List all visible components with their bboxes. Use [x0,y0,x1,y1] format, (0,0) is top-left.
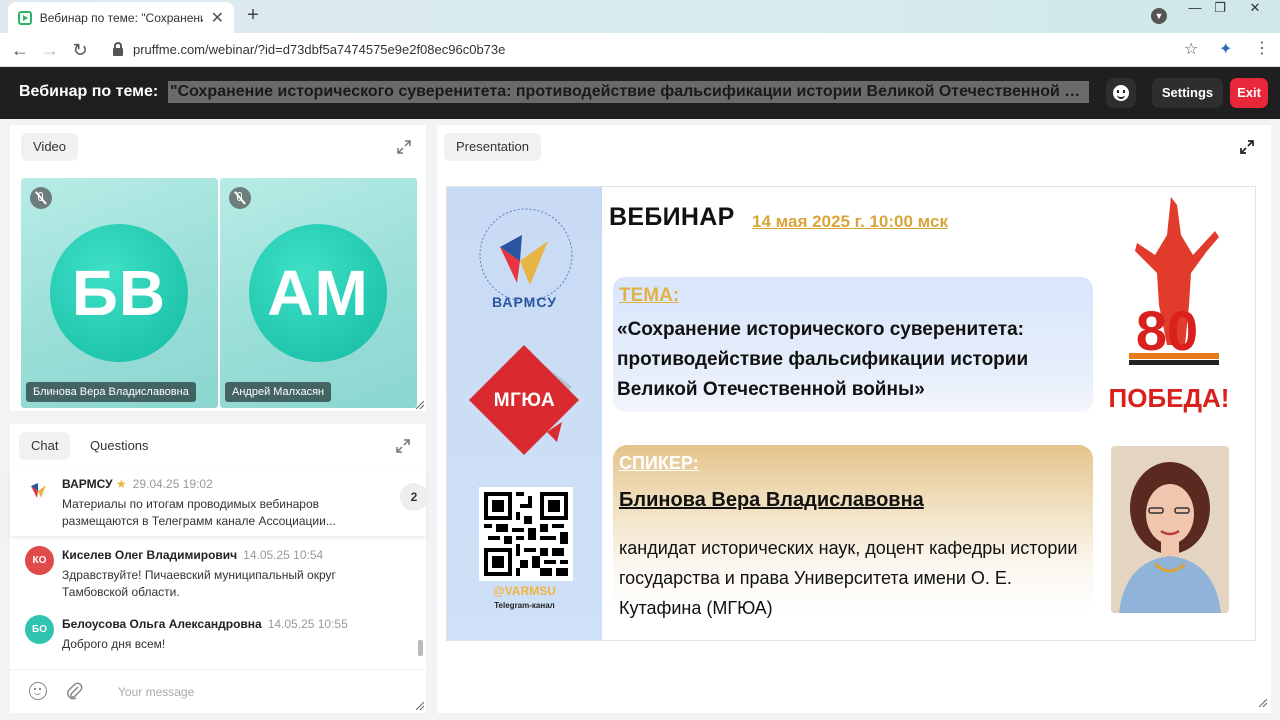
message-time: 14.05.25 10:55 [267,617,348,631]
message-author: Киселев Олег Владимирович 14.05.25 10:54 [62,548,323,562]
speaker-name: Блинова Вера Владиславовна [619,489,924,511]
topic-text: «Сохранение исторического суверенитета: … [617,319,1029,400]
speaker-label: СПИКЕР: [619,453,699,473]
avatar: АМ [249,224,387,362]
participant-name-badge: Блинова Вера Владиславовна [26,382,196,402]
profile-download-icon[interactable]: ▼ [1151,8,1167,24]
victory-80-emblem: 80 ПОБЕДА! [1109,197,1230,413]
list-item: КО Киселев Олег Владимирович 14.05.25 10:… [10,544,426,604]
participant-name-badge: Андрей Малхасян [225,382,332,402]
message-author: ВАРМСУ ★ 29.04.25 19:02 [62,477,213,491]
exit-button[interactable]: Exit [1230,78,1268,108]
resize-grip-icon[interactable] [1259,699,1267,707]
chat-input-bar [10,669,426,713]
extension-icon[interactable]: ✦ [1219,39,1232,59]
reactions-button[interactable] [1106,78,1136,108]
tab-chat[interactable]: Chat [19,432,71,460]
presentation-label: Presentation [444,133,541,161]
slide-left-column: ВАРМСУ МГЮА @VARMSU Telegram-канал [447,187,602,640]
video-tile-participant-2[interactable]: АМ Андрей Малхасян [220,178,417,408]
resize-grip-icon[interactable] [416,401,424,409]
address-bar: ← → ↻ pruffme.com/webinar/?id=d73dbf5a74… [0,33,1280,67]
varmsu-label: ВАРМСУ [492,294,557,310]
speaker-description: кандидат исторических наук, доцент кафед… [619,538,1078,618]
close-tab-icon[interactable]: ✕ [211,8,224,28]
slide-date: 14 мая 2025 г. 10:00 мск [752,212,948,231]
chat-scrollbar[interactable] [418,640,423,656]
topic-label: ТЕМА: [619,285,680,306]
telegram-qr-code [479,487,573,581]
pinned-count-badge[interactable]: 2 [400,483,428,511]
varmsu-logo-icon [31,483,46,498]
avatar: БО [25,615,54,644]
expand-presentation-icon[interactable] [1240,140,1254,154]
webinar-header: Вебинар по теме: "Сохранение историческо… [0,67,1280,119]
webinar-title: "Сохранение исторического суверенитета: … [168,81,1089,103]
header-prefix: Вебинар по теме: [19,83,159,100]
speaker-portrait-image [1111,446,1229,613]
reload-icon[interactable]: ↻ [69,39,91,61]
qr-code-icon [484,492,568,576]
slide-heading: ВЕБИНАР [609,203,735,231]
message-author: Белоусова Ольга Александровна 14.05.25 10… [62,617,348,631]
expand-chat-icon[interactable] [396,439,410,453]
victory-word: ПОБЕДА! [1109,383,1230,413]
emoji-icon[interactable] [29,682,47,700]
author-name: Белоусова Ольга Александровна [62,617,262,631]
url-field[interactable]: pruffme.com/webinar/?id=d73dbf5a7474575e… [133,42,505,57]
telegram-caption: Telegram-канал [494,601,555,610]
speaker-box: СПИКЕР: Блинова Вера Владиславовна канди… [613,445,1093,618]
victory-number: 80 [1136,299,1198,362]
browser-tabbar: Вебинар по теме: "Сохранение историческо… [0,0,1280,33]
mic-muted-icon [30,187,52,209]
video-panel: Video БВ Блинова Вера Владиславовна АМ А… [10,125,426,411]
video-label: Video [21,133,79,161]
speaker-photo [1111,446,1229,613]
video-favicon-icon [18,10,32,25]
tab-questions[interactable]: Questions [78,432,161,460]
mgua-label: МГЮА [493,390,556,411]
message-time: 29.04.25 19:02 [132,477,213,491]
resize-grip-icon[interactable] [416,702,424,710]
new-tab-button[interactable]: + [241,5,265,27]
pinned-message[interactable]: ВАРМСУ ★ 29.04.25 19:02 Материалы по итог… [10,470,428,536]
telegram-handle: @VARMSU [493,584,556,598]
star-icon: ★ [115,477,127,491]
lock-icon[interactable] [113,42,123,56]
close-window-button[interactable]: ✕ [1240,0,1270,20]
message-time: 14.05.25 10:54 [243,548,324,562]
author-name: ВАРМСУ [62,477,113,491]
forward-arrow-icon[interactable]: → [39,39,61,61]
presentation-slide: ВАРМСУ МГЮА @VARMSU Telegram-канал ВЕБИН… [446,186,1256,641]
message-text: Здравствуйте! Пичаевский муниципальный о… [62,568,336,599]
video-tile-participant-1[interactable]: БВ Блинова Вера Владиславовна [21,178,218,408]
browser-tab[interactable]: Вебинар по теме: "Сохранение историческо… [8,2,234,33]
avatar: КО [25,546,54,575]
smiley-icon [1113,85,1129,101]
bookmark-star-icon[interactable]: ☆ [1184,39,1198,59]
browser-menu-icon[interactable]: ⋮ [1254,38,1270,58]
expand-video-icon[interactable] [397,140,411,154]
restore-button[interactable]: ❐ [1205,0,1235,20]
message-text: Материалы по итогам проводимых вебинаров… [62,497,336,528]
message-input[interactable] [118,680,408,704]
topic-box: ТЕМА: «Сохранение исторического суверени… [613,277,1093,412]
message-text: Доброго дня всем! [62,637,166,651]
back-arrow-icon[interactable]: ← [9,39,31,61]
chat-panel: Chat Questions ВАРМСУ ★ 29.04.25 19:02 Ма… [10,424,428,713]
mic-muted-icon [229,187,251,209]
attach-icon[interactable] [64,681,84,701]
author-name: Киселев Олег Владимирович [62,548,238,562]
tab-title: Вебинар по теме: "Сохранение историческо… [39,10,203,25]
settings-button[interactable]: Settings [1152,78,1223,108]
avatar: БВ [50,224,188,362]
list-item: БО Белоусова Ольга Александровна 14.05.25… [10,613,426,653]
